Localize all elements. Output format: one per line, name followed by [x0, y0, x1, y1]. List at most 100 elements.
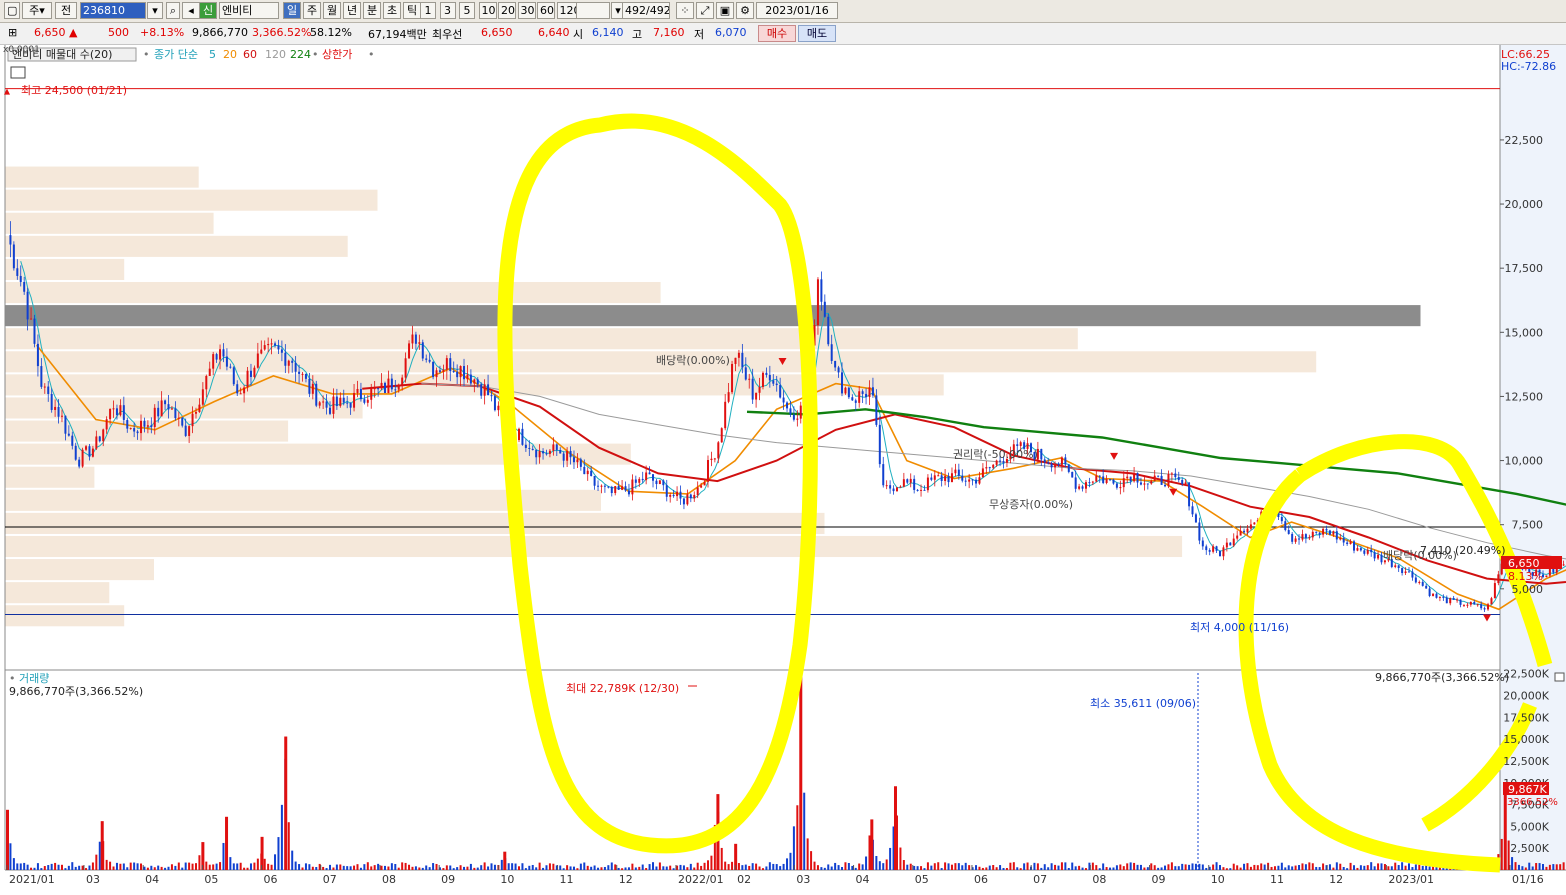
volume-bar: [1287, 865, 1290, 870]
stock-chart[interactable]: 22,500 20,000 17,500 15,000 12,500 10,000 7,50…: [0, 45, 1566, 895]
candle-body: [353, 392, 356, 408]
interval-20[interactable]: 20: [498, 2, 516, 19]
candle-body: [129, 428, 132, 430]
volume-bar: [1531, 866, 1534, 870]
volume-bar: [456, 867, 459, 870]
panel-minimize-icon[interactable]: [1554, 672, 1565, 682]
code-input[interactable]: 236810: [80, 2, 146, 19]
candle-body: [256, 353, 259, 368]
candle-body: [469, 374, 472, 384]
candle-body: [277, 345, 280, 350]
period-tab-6[interactable]: 틱: [403, 2, 421, 19]
candle-body: [782, 397, 785, 403]
volume-bar: [404, 862, 407, 870]
volume-bar: [363, 864, 366, 870]
candle-body: [71, 435, 74, 446]
volume-bar: [1016, 867, 1019, 870]
candle-body: [751, 378, 754, 400]
volume-bar: [414, 866, 417, 870]
prev-button[interactable]: 전: [55, 2, 77, 19]
x-tick-label: 2023/01: [1388, 873, 1434, 886]
interval-10[interactable]: 10: [478, 2, 497, 19]
candle-body: [975, 479, 978, 484]
volume-bar: [655, 866, 658, 870]
candle-body: [679, 491, 682, 499]
ma224-line: [746, 408, 1566, 506]
candle-body: [624, 486, 627, 491]
grid-icon[interactable]: ⁘: [676, 2, 694, 19]
candle-body: [1363, 550, 1366, 554]
volume-bar: [786, 858, 789, 870]
volume-bar: [311, 866, 314, 870]
volume-bar: [428, 867, 431, 870]
candle-body: [724, 401, 727, 429]
volume-bar: [906, 864, 909, 870]
volume-bar: [1167, 864, 1170, 870]
volume-bar: [1315, 866, 1318, 870]
volume-bar: [366, 862, 369, 870]
search-icon[interactable]: ⌕: [166, 2, 180, 19]
volume-bar: [858, 863, 861, 870]
volume-bar: [483, 862, 486, 870]
volume-bar: [1060, 862, 1063, 870]
period-tab-5[interactable]: 초: [383, 2, 401, 19]
period-tab-4[interactable]: 분: [363, 2, 381, 19]
high-label: 고: [632, 28, 643, 41]
candle-body: [438, 370, 441, 372]
interval-60[interactable]: 60: [537, 2, 555, 19]
candle-body: [968, 479, 971, 482]
candle-body: [1373, 552, 1376, 559]
candle-body: [167, 404, 170, 410]
volume-bar: [9, 843, 12, 870]
candle-body: [1469, 601, 1472, 605]
volume-bar: [1249, 866, 1252, 870]
interval-5[interactable]: 5: [459, 2, 475, 19]
candle-body: [88, 446, 91, 457]
highlight-circle-1: [497, 113, 818, 854]
volume-bar: [1273, 866, 1276, 870]
y-tick-label: 7,500: [1512, 519, 1544, 532]
crosshair-icon[interactable]: ⤢: [696, 2, 714, 19]
gear-icon[interactable]: ⚙: [736, 2, 754, 19]
candle-body: [74, 445, 77, 460]
count-display[interactable]: 492/492: [622, 2, 670, 19]
interval-1[interactable]: 1: [420, 2, 436, 19]
volume-bar: [1078, 865, 1081, 870]
x-tick-label: 07: [1033, 873, 1047, 886]
sound-icon[interactable]: ◂: [182, 2, 200, 19]
grid-toggle-icon[interactable]: ⊞: [8, 26, 17, 39]
volume-bar: [926, 862, 929, 870]
candle-body: [621, 486, 624, 490]
table-icon[interactable]: [10, 66, 26, 79]
volume-bar: [60, 864, 63, 870]
save-icon[interactable]: ▣: [716, 2, 734, 19]
window-icon[interactable]: ▢: [4, 2, 20, 19]
period-tab-0[interactable]: 일: [283, 2, 301, 19]
code-dropdown-icon[interactable]: ▾: [147, 2, 163, 19]
candle-body: [1342, 538, 1345, 543]
volume-bar: [1359, 865, 1362, 870]
candle-body: [923, 489, 926, 491]
hc-indicator: HC:-72.86: [1501, 60, 1556, 73]
interval-3[interactable]: 3: [439, 2, 456, 19]
buy-button[interactable]: 매수: [758, 25, 796, 42]
interval-30[interactable]: 30: [517, 2, 536, 19]
y-tick-label: 5,000: [1512, 583, 1544, 596]
candle-body: [964, 480, 967, 482]
period-tab-2[interactable]: 월: [323, 2, 341, 19]
candle-body: [452, 371, 455, 373]
candle-body: [359, 388, 362, 400]
date-input[interactable]: 2023/01/16: [756, 2, 838, 19]
interval-input[interactable]: [576, 2, 610, 19]
volume-bar: [1562, 862, 1565, 870]
period-tab-1[interactable]: 주: [303, 2, 321, 19]
candle-body: [682, 498, 685, 505]
volume-bar: [411, 866, 414, 870]
period-tab-3[interactable]: 년: [343, 2, 361, 19]
sell-button[interactable]: 매도: [798, 25, 836, 42]
candle-body: [971, 479, 974, 481]
candle-body: [54, 406, 57, 410]
volume-bar: [830, 866, 833, 870]
mode-select[interactable]: 주▾: [22, 2, 52, 19]
volume-bar: [696, 862, 699, 870]
